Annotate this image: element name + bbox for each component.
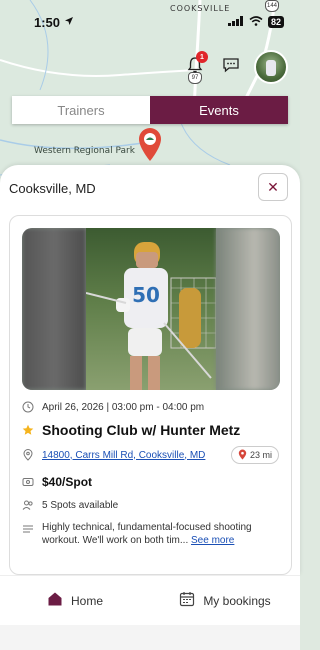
status-time: 1:50 (34, 14, 61, 30)
event-address-row: 14800, Carrs Mill Rd, Cooksville, MD (22, 449, 205, 461)
event-price-row: $40/Spot (22, 475, 92, 489)
tab-events[interactable]: Events (150, 96, 288, 124)
event-spots-row: 5 Spots available (22, 499, 118, 511)
event-description-row: Highly technical, fundamental-focused sh… (22, 521, 272, 547)
distance-value: 23 mi (249, 450, 272, 460)
location-pin-icon (22, 449, 34, 461)
event-spots: 5 Spots available (42, 499, 119, 511)
users-icon (22, 499, 34, 511)
description-lines-icon (22, 523, 34, 535)
star-icon (22, 424, 34, 436)
distance-pin-icon (238, 449, 247, 462)
event-sheet: Cooksville, MD ✕ 50 April 26, 2026 | 03:… (0, 165, 300, 575)
nav-bookings[interactable]: My bookings (150, 576, 300, 625)
ticket-icon (22, 476, 34, 488)
chat-icon (222, 56, 240, 79)
header-actions: 1 (182, 50, 288, 84)
bottom-nav: Home My bookings (0, 575, 300, 625)
map-pin-icon[interactable] (136, 126, 164, 162)
messages-button[interactable] (218, 54, 244, 80)
clock-icon (22, 401, 34, 413)
event-photo: 50 (22, 228, 280, 390)
location-title: Cooksville, MD (9, 181, 96, 196)
notifications-button[interactable]: 1 (182, 51, 208, 80)
event-datetime: April 26, 2026 | 03:00 pm - 04:00 pm (42, 401, 205, 413)
distance-badge: 23 mi (230, 446, 279, 464)
tab-trainers[interactable]: Trainers (12, 96, 150, 124)
status-bar: 1:50 82 (0, 0, 300, 44)
event-title-row: Shooting Club w/ Hunter Metz (22, 422, 240, 438)
nav-home-label: Home (70, 593, 103, 608)
nav-bookings-label: My bookings (203, 593, 271, 608)
nav-home[interactable]: Home (0, 576, 150, 625)
avatar[interactable] (254, 50, 288, 84)
event-address-link[interactable]: 14800, Carrs Mill Rd, Cooksville, MD (42, 450, 205, 461)
battery-icon: 82 (267, 16, 284, 28)
close-icon: ✕ (267, 178, 279, 195)
calendar-icon (179, 591, 195, 610)
event-description: Highly technical, fundamental-focused sh… (42, 521, 272, 547)
see-more-link[interactable]: See more (191, 535, 234, 546)
close-button[interactable]: ✕ (258, 173, 288, 201)
home-icon (47, 591, 63, 610)
event-price: $40/Spot (42, 475, 93, 489)
jersey-number: 50 (132, 283, 160, 307)
signal-icon (227, 13, 244, 31)
mode-toggle: Trainers Events (12, 96, 288, 124)
location-arrow-icon (64, 13, 74, 31)
event-title: Shooting Club w/ Hunter Metz (42, 422, 241, 438)
map-park-label: Western Regional Park (34, 146, 135, 156)
notification-badge: 1 (196, 51, 208, 63)
event-card[interactable]: 50 April 26, 2026 | 03:00 pm - 04:00 pm (9, 215, 292, 575)
event-datetime-row: April 26, 2026 | 03:00 pm - 04:00 pm (22, 401, 204, 413)
home-indicator-area (0, 625, 300, 650)
wifi-icon (249, 13, 263, 31)
